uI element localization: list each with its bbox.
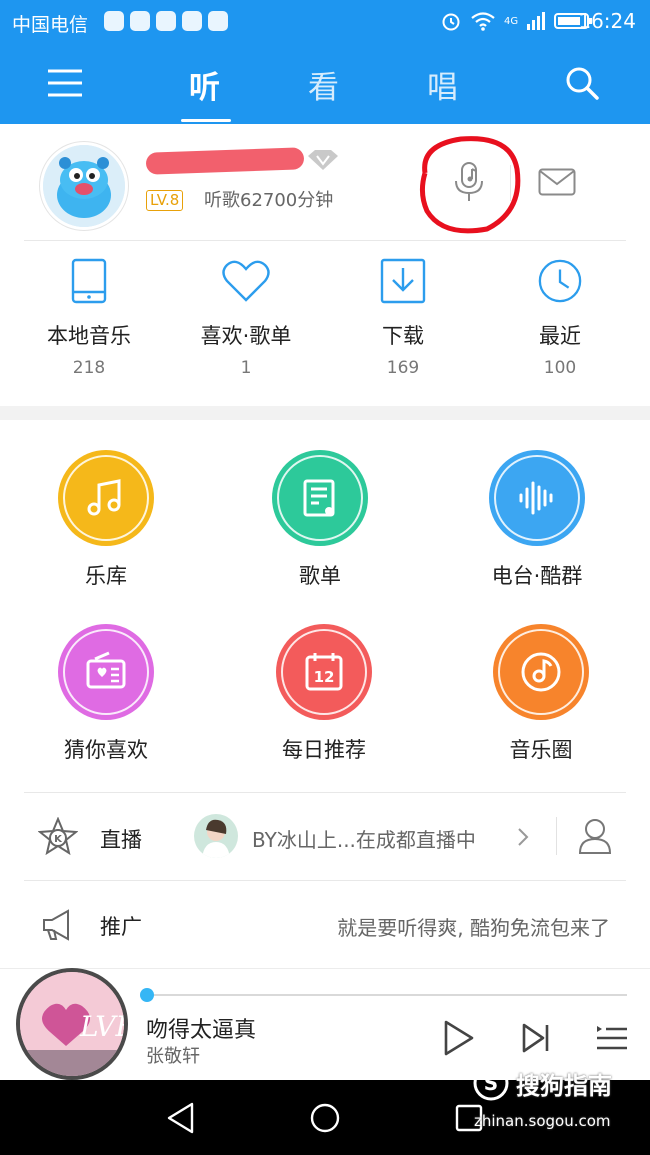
quick-favorites[interactable]: 喜欢·歌单 1 [181, 258, 311, 378]
grid-label: 电台·酷群 [491, 564, 583, 588]
signal-icon [527, 12, 546, 30]
streamer-avatar [194, 814, 238, 858]
svg-text:K: K [54, 834, 63, 845]
progress-handle[interactable] [140, 988, 154, 1002]
quick-count: 169 [386, 358, 420, 378]
listen-time: 听歌62700分钟 [204, 190, 334, 211]
grid-daily-recommend[interactable]: 12 每日推荐 [239, 624, 409, 764]
grid-music-library[interactable]: 乐库 [21, 450, 191, 590]
radio-heart-icon [58, 624, 154, 720]
heart-icon [222, 260, 270, 302]
level-badge: LV.8 [146, 190, 184, 211]
quick-count: 218 [72, 358, 106, 378]
megaphone-icon [43, 909, 69, 941]
promo-row[interactable]: 推广 就是要听得爽, 酷狗免流包来了 [0, 881, 650, 967]
system-icons: 4G [440, 10, 594, 32]
quick-label: 最近 [539, 324, 581, 348]
waveform-icon [489, 450, 585, 546]
send-notification-icon [156, 11, 176, 31]
calendar-icon: 12 [276, 624, 372, 720]
grid-music-circle[interactable]: 音乐圈 [456, 624, 626, 764]
grid-guess-you-like[interactable]: 猜你喜欢 [21, 624, 191, 764]
user-profile-icon[interactable] [578, 817, 612, 855]
live-status-text: BY冰山上...在成都直播中 [252, 828, 476, 852]
vip-diamond-icon[interactable] [306, 148, 340, 172]
back-nav-icon[interactable] [166, 1102, 196, 1134]
status-bar: 中国电信 4G 16:24 [0, 0, 650, 44]
tab-sing[interactable]: 唱 [427, 62, 458, 107]
album-art-image: LVE [20, 972, 124, 1076]
watermark-url: zhinan.sogou.com [474, 1112, 611, 1130]
top-nav-bar: 听 看 唱 [0, 44, 650, 124]
grid-label: 音乐圈 [509, 738, 573, 762]
quick-label: 下载 [382, 324, 424, 348]
quick-count: 1 [240, 358, 252, 378]
separator [24, 240, 626, 241]
watermark-brand: 搜狗指南 [516, 1071, 612, 1100]
download-icon [380, 258, 426, 304]
chevron-right-icon [518, 828, 529, 846]
active-tab-indicator [181, 119, 231, 122]
carrier-name: 中国电信 [12, 14, 89, 36]
red-annotation-circle [419, 136, 521, 234]
video-notification-icon [130, 11, 150, 31]
svg-text:S: S [484, 1071, 498, 1095]
grid-label: 歌单 [299, 564, 341, 588]
home-nav-icon[interactable] [309, 1102, 341, 1134]
username-redaction-mark [145, 147, 305, 175]
sogou-watermark: S 搜狗指南 [472, 1064, 612, 1102]
tab-watch[interactable]: 看 [308, 62, 339, 107]
mascot-avatar-icon [43, 145, 125, 227]
quick-recent[interactable]: 最近 100 [495, 258, 625, 378]
song-title: 吻得太逼真 [146, 1018, 257, 1043]
menu-icon[interactable] [48, 68, 82, 98]
quick-download[interactable]: 下载 169 [338, 258, 468, 378]
network-type-label: 4G [504, 15, 519, 27]
sogou-logo-icon: S [473, 1065, 509, 1101]
svg-text:12: 12 [314, 668, 335, 686]
kugou-live-icon: K [38, 817, 78, 856]
promo-label: 推广 [100, 915, 142, 939]
clock-icon [538, 259, 582, 303]
search-icon[interactable] [565, 66, 599, 100]
user-avatar[interactable] [40, 142, 128, 230]
notification-icons [104, 11, 228, 31]
grid-label: 乐库 [85, 564, 127, 588]
live-label: 直播 [100, 828, 142, 852]
video2-notification-icon [182, 11, 202, 31]
grid-radio[interactable]: 电台·酷群 [452, 450, 622, 590]
play-icon[interactable] [443, 1019, 475, 1057]
phone-icon [71, 258, 107, 304]
weibo-notification-icon [208, 11, 228, 31]
next-track-icon[interactable] [521, 1022, 551, 1054]
progress-track[interactable] [147, 994, 627, 996]
mail-icon[interactable] [538, 168, 576, 196]
profile-divider [510, 165, 511, 201]
music-note-icon [58, 450, 154, 546]
music-circle-icon [493, 624, 589, 720]
quick-label: 喜欢·歌单 [200, 324, 292, 348]
quick-count: 100 [543, 358, 577, 378]
grid-label: 每日推荐 [282, 738, 366, 762]
grid-label: 猜你喜欢 [64, 738, 148, 762]
playlist-icon [272, 450, 368, 546]
kugou-notification-icon [104, 11, 124, 31]
wifi-icon [471, 12, 495, 31]
tab-listen[interactable]: 听 [189, 62, 220, 107]
quick-label: 本地音乐 [47, 324, 131, 348]
alarm-icon [442, 13, 460, 31]
live-row[interactable]: K 直播 BY冰山上...在成都直播中 [0, 793, 650, 879]
album-text: LVE [79, 1010, 124, 1043]
quick-local-music[interactable]: 本地音乐 218 [24, 258, 154, 378]
section-gap [0, 406, 650, 420]
artist-name: 张敬轩 [146, 1046, 200, 1067]
live-divider [556, 817, 557, 855]
album-cover[interactable]: LVE [16, 968, 128, 1080]
playlist-queue-icon[interactable] [597, 1023, 627, 1053]
grid-playlists[interactable]: 歌单 [235, 450, 405, 590]
promo-text: 就是要听得爽, 酷狗免流包来了 [337, 916, 610, 940]
clock-time: 16:24 [578, 9, 636, 33]
